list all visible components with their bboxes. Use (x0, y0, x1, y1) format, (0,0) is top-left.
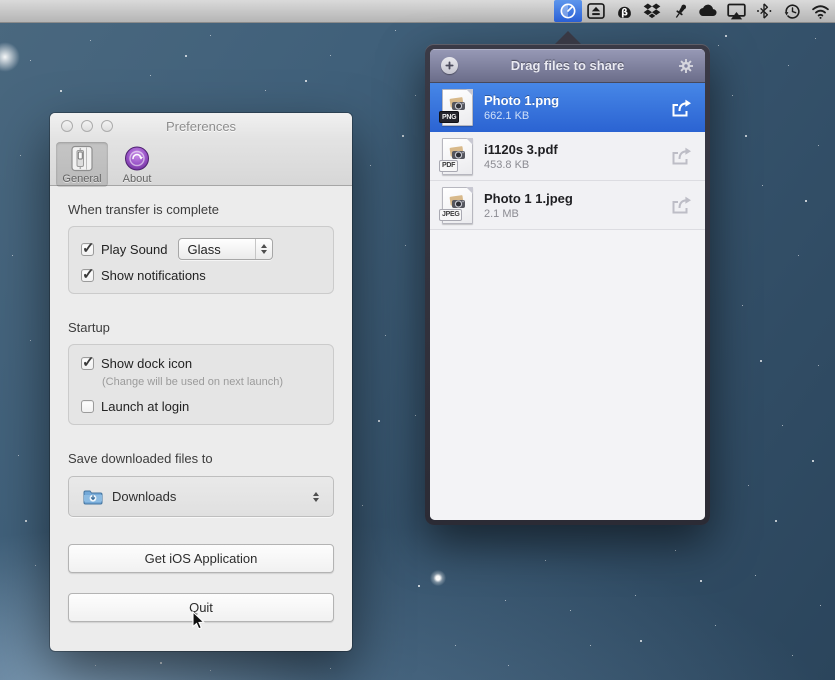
mouse-cursor (192, 611, 205, 635)
zoom-button[interactable] (101, 120, 113, 132)
file-size: 2.1 MB (484, 208, 661, 220)
file-type-badge: PNG (439, 111, 459, 123)
tab-general[interactable]: General (56, 142, 108, 187)
sound-select[interactable]: Glass (178, 238, 273, 260)
preferences-content: When transfer is complete Play Sound Gla… (50, 186, 352, 622)
section-heading-save: Save downloaded files to (68, 451, 334, 466)
sound-select-value: Glass (188, 242, 221, 257)
file-list-empty-area (430, 230, 705, 520)
file-type-badge: JPEG (439, 209, 462, 221)
svg-text:β: β (621, 7, 628, 18)
show-dock-icon-checkbox[interactable] (81, 357, 94, 370)
show-notifications-label: Show notifications (101, 268, 206, 283)
play-sound-checkbox[interactable] (81, 243, 94, 256)
cloud-icon[interactable] (694, 0, 722, 22)
share-link-icon[interactable] (669, 195, 693, 215)
launch-at-login-checkbox[interactable] (81, 400, 94, 413)
bright-star (430, 570, 446, 586)
stepper-arrows-icon (313, 492, 319, 502)
show-dock-icon-label: Show dock icon (101, 356, 192, 371)
popover-header: Drag files to share (430, 49, 705, 83)
section-heading-transfer: When transfer is complete (68, 202, 334, 217)
share-link-icon[interactable] (669, 98, 693, 118)
get-ios-app-button[interactable]: Get iOS Application (68, 544, 334, 573)
tab-label: General (62, 173, 101, 185)
file-name: Photo 1.png (484, 93, 661, 108)
file-row[interactable]: PNG Photo 1.png 662.1 KB (430, 83, 705, 132)
png-document-icon: PNG (442, 89, 473, 126)
menu-bar: β (0, 0, 835, 23)
light-switch-icon (69, 145, 95, 172)
stepper-arrows-icon (255, 239, 272, 259)
preferences-window: Preferences General (50, 113, 352, 651)
about-app-icon (124, 145, 150, 172)
page-fold (466, 138, 473, 145)
title-bar[interactable]: Preferences (50, 113, 352, 139)
save-folder-select[interactable]: Downloads (68, 476, 334, 517)
page-fold (466, 89, 473, 96)
dropbox-icon[interactable] (638, 0, 666, 22)
droplr-app-icon[interactable] (554, 0, 582, 22)
time-machine-icon[interactable] (778, 0, 806, 22)
add-file-button[interactable] (441, 57, 458, 74)
bluetooth-icon[interactable] (750, 0, 778, 22)
window-controls (61, 120, 113, 132)
tab-about[interactable]: About (111, 142, 163, 187)
popover-arrow (555, 31, 581, 44)
file-name: i1120s 3.pdf (484, 142, 661, 157)
menu-bar-status-icons: β (554, 0, 834, 22)
window-title: Preferences (166, 119, 236, 134)
section-heading-startup: Startup (68, 320, 334, 335)
popover-title: Drag files to share (511, 58, 624, 73)
tab-label: About (123, 173, 152, 185)
minimize-button[interactable] (81, 120, 93, 132)
file-name: Photo 1 1.jpeg (484, 191, 661, 206)
wifi-icon[interactable] (806, 0, 834, 22)
preferences-toolbar: General About (50, 139, 352, 186)
file-info: Photo 1 1.jpeg 2.1 MB (484, 191, 661, 220)
share-link-icon[interactable] (669, 146, 693, 166)
jpeg-document-icon: JPEG (442, 187, 473, 224)
bright-star (0, 42, 20, 72)
save-folder-value: Downloads (112, 489, 176, 504)
file-info: Photo 1.png 662.1 KB (484, 93, 661, 122)
transfer-group-box: Play Sound Glass Show notifications (68, 226, 334, 294)
eject-icon[interactable] (582, 0, 610, 22)
close-button[interactable] (61, 120, 73, 132)
file-row[interactable]: PDF i1120s 3.pdf 453.8 KB (430, 132, 705, 181)
startup-group-box: Show dock icon (Change will be used on n… (68, 344, 334, 425)
show-notifications-checkbox[interactable] (81, 269, 94, 282)
dock-change-hint: (Change will be used on next launch) (102, 376, 321, 388)
popover-body: Drag files to share (430, 49, 705, 520)
pdf-document-icon: PDF (442, 138, 473, 175)
airplay-icon[interactable] (722, 0, 750, 22)
share-popover: Drag files to share (425, 44, 710, 525)
file-row[interactable]: JPEG Photo 1 1.jpeg 2.1 MB (430, 181, 705, 230)
play-sound-label: Play Sound (101, 242, 168, 257)
launch-at-login-label: Launch at login (101, 399, 189, 414)
pin-icon[interactable] (666, 0, 694, 22)
file-type-badge: PDF (439, 160, 458, 172)
beta-face-icon[interactable]: β (610, 0, 638, 22)
file-list: PNG Photo 1.png 662.1 KB (430, 83, 705, 520)
file-info: i1120s 3.pdf 453.8 KB (484, 142, 661, 171)
file-size: 662.1 KB (484, 110, 661, 122)
gear-icon[interactable] (678, 58, 694, 74)
downloads-folder-icon (83, 489, 103, 505)
page-fold (466, 187, 473, 194)
file-size: 453.8 KB (484, 159, 661, 171)
